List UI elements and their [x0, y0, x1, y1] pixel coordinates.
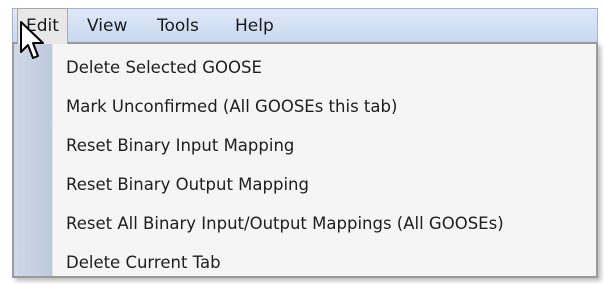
menu-tools[interactable]: Tools: [149, 9, 207, 43]
edit-dropdown-menu: Delete Selected GOOSE Mark Unconfirmed (…: [12, 42, 598, 278]
menu-view[interactable]: View: [79, 9, 135, 43]
menu-icon-gutter: [14, 44, 53, 276]
menu-help-label: Help: [235, 16, 274, 36]
menu-tools-label: Tools: [157, 16, 199, 36]
menu-item-reset-all-mappings[interactable]: Reset All Binary Input/Output Mappings (…: [66, 204, 588, 243]
edit-menu-list: Delete Selected GOOSE Mark Unconfirmed (…: [66, 48, 588, 282]
menu-item-mark-unconfirmed[interactable]: Mark Unconfirmed (All GOOSEs this tab): [66, 87, 588, 126]
menu-item-reset-binary-input-mapping[interactable]: Reset Binary Input Mapping: [66, 126, 588, 165]
menu-item-reset-binary-output-mapping[interactable]: Reset Binary Output Mapping: [66, 165, 588, 204]
app-window: Edit View Tools Help Delete Selected GOO…: [0, 0, 604, 284]
menu-view-label: View: [87, 16, 128, 36]
arrow-pointer-icon: [20, 21, 44, 59]
menu-help[interactable]: Help: [227, 9, 282, 43]
menu-item-delete-selected-goose[interactable]: Delete Selected GOOSE: [66, 48, 588, 87]
menu-bar: Edit View Tools Help: [12, 8, 598, 44]
menu-item-delete-current-tab[interactable]: Delete Current Tab: [66, 243, 588, 282]
